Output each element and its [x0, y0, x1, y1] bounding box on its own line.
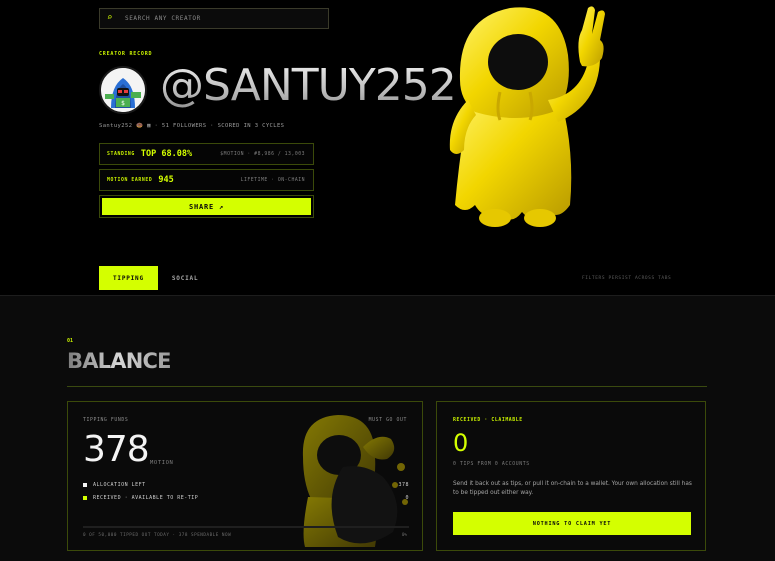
creator-meta: Santuy252 🍩 ▦ · 51 FOLLOWERS · SCORED IN… — [99, 123, 285, 129]
mascot-illustration — [430, 0, 615, 232]
tipping-funds-amount: 378 — [83, 429, 150, 470]
legend-allocation-left: ALLOCATION LEFT 378 — [83, 482, 409, 488]
received-amount: 0 — [453, 429, 469, 457]
legend-swatch-accent — [83, 496, 87, 500]
legend-received: RECEIVED · AVAILABLE TO RE-TIP 0 — [83, 495, 409, 501]
search-icon: ⌕ — [107, 13, 113, 23]
section-title: BALANCE — [67, 349, 171, 373]
tip-progress-footer: 0 OF 50,000 TIPPED OUT TODAY · 378 SPEND… — [83, 533, 232, 538]
standing-rank: $MOTION · #8,986 / 13,003 — [220, 151, 305, 157]
motion-earned-note: LIFETIME · ON-CHAIN — [240, 177, 305, 183]
legend-swatch-white — [83, 483, 87, 487]
tab-social[interactable]: SOCIAL — [158, 266, 212, 290]
must-go-out-label: MUST GO OUT — [368, 418, 407, 423]
standing-value: TOP 68.08% — [140, 149, 193, 159]
creator-record-label: CREATOR RECORD — [99, 51, 153, 57]
tip-progress-percent: 0% — [401, 533, 407, 538]
balance-section: 01 BALANCE TIPPING FUNDS MUST GO OUT 378… — [0, 295, 775, 561]
legend-received-value: 0 — [405, 495, 409, 501]
tipping-funds-title: TIPPING FUNDS — [83, 418, 129, 423]
standing-label: STANDING — [107, 151, 135, 157]
legend-allocation-label: ALLOCATION LEFT — [93, 482, 146, 488]
received-claimable-card: RECEIVED · CLAIMABLE 0 0 TIPS FROM 0 ACC… — [436, 401, 706, 551]
share-button-frame: SHARE ↗ — [99, 195, 314, 218]
motion-earned-label: MOTION EARNED — [107, 177, 153, 183]
hero-section: ⌕ CREATOR RECORD $ @SANTUY252 Santuy252 … — [0, 0, 775, 295]
tipping-funds-unit: MOTION — [150, 460, 174, 466]
search-input[interactable] — [125, 15, 325, 22]
received-title: RECEIVED · CLAIMABLE — [453, 418, 523, 423]
legend-allocation-value: 378 — [398, 482, 409, 488]
mascot-with-moneybag-icon — [302, 415, 408, 547]
search-bar[interactable]: ⌕ — [99, 8, 329, 29]
received-sub: 0 TIPS FROM 0 ACCOUNTS — [453, 462, 530, 467]
tip-progress-track — [83, 526, 409, 528]
filters-note: FILTERS PERSIST ACROSS TABS — [582, 276, 672, 281]
tipping-funds-card: TIPPING FUNDS MUST GO OUT 378 MOTION ALL… — [67, 401, 423, 551]
legend-received-label: RECEIVED · AVAILABLE TO RE-TIP — [93, 495, 199, 501]
share-button[interactable]: SHARE ↗ — [102, 198, 311, 215]
creator-handle: @SANTUY252 — [160, 60, 457, 111]
section-divider — [67, 386, 707, 387]
svg-text:$: $ — [121, 100, 125, 107]
received-description: Send it back out as tips, or pull it on-… — [453, 481, 692, 496]
motion-earned-value: 945 — [158, 175, 174, 185]
tab-bar: TIPPING SOCIAL — [99, 266, 212, 290]
avatar: $ — [99, 66, 147, 114]
claim-button[interactable]: NOTHING TO CLAIM YET — [453, 512, 691, 535]
motion-earned-stat: MOTION EARNED 945 LIFETIME · ON-CHAIN — [99, 169, 314, 191]
hooded-mascot-icon — [449, 6, 605, 227]
tab-tipping[interactable]: TIPPING — [99, 266, 158, 290]
standing-stat: STANDING TOP 68.08% $MOTION · #8,986 / 1… — [99, 143, 314, 165]
avatar-character-icon: $ — [101, 68, 145, 112]
section-number: 01 — [67, 338, 74, 344]
